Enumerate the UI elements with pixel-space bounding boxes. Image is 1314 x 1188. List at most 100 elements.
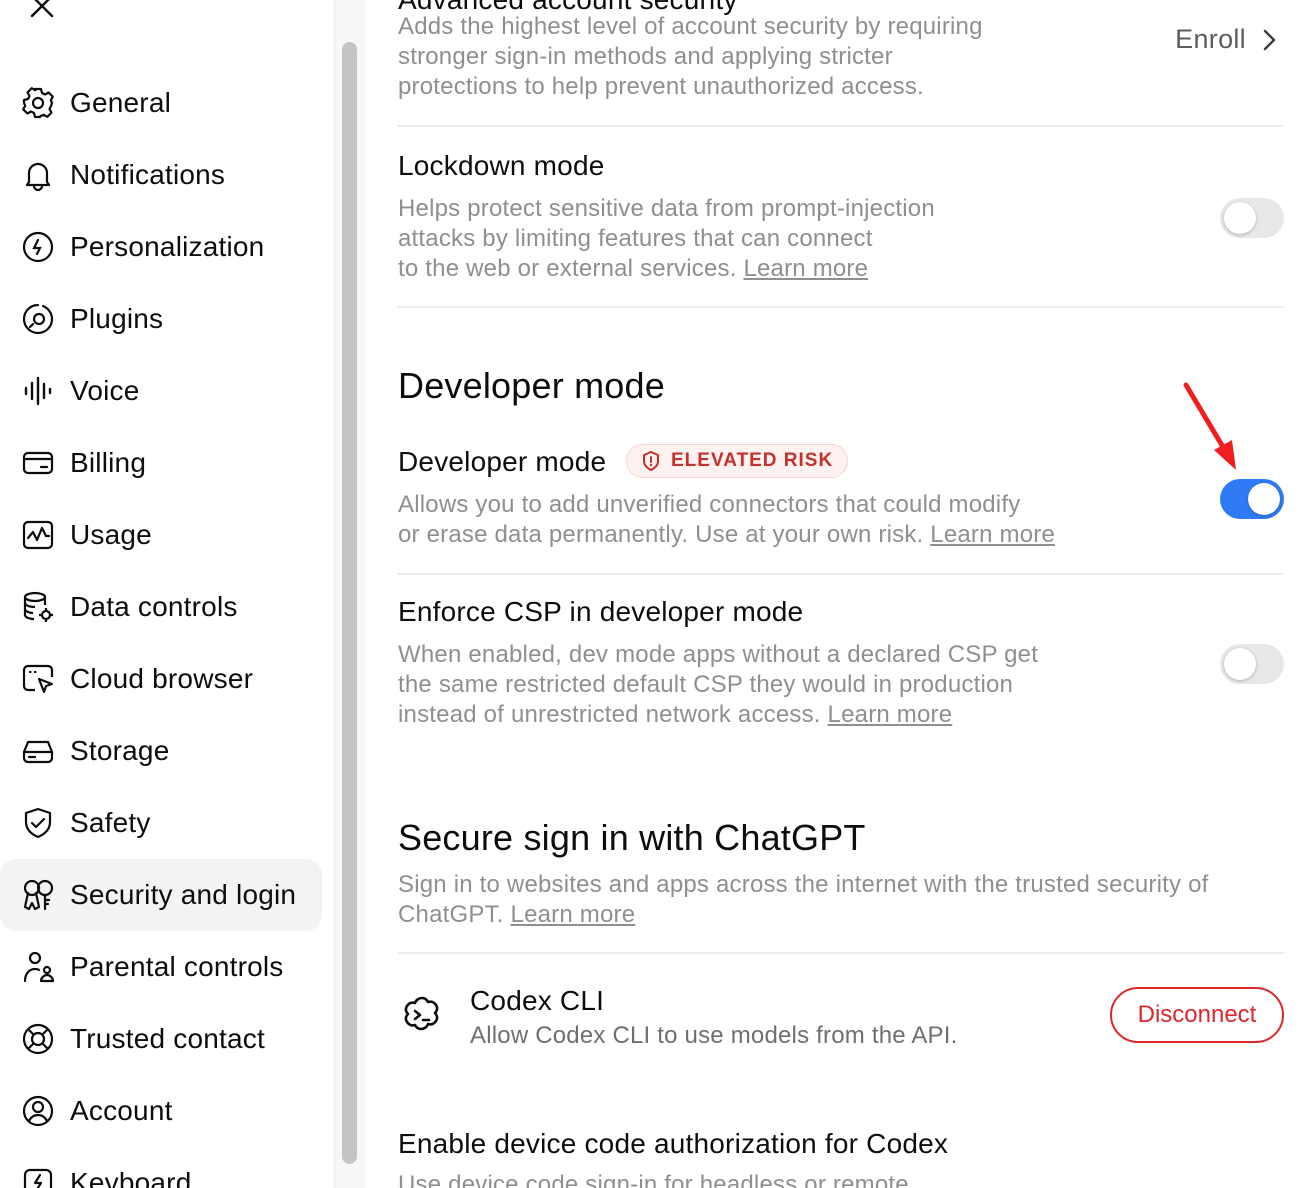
shield-alert-icon xyxy=(643,451,659,471)
lockdown-mode-toggle[interactable] xyxy=(1220,198,1284,238)
sidebar-item-storage[interactable]: Storage xyxy=(0,715,322,787)
learn-more-link[interactable]: Learn more xyxy=(930,521,1055,548)
description-line: the same restricted default CSP they wou… xyxy=(398,671,1014,698)
description-line: to the web or external services. xyxy=(398,255,737,282)
toggle-knob xyxy=(1224,202,1256,234)
enroll-label: Enroll xyxy=(1175,24,1246,54)
sidebar-item-label: General xyxy=(70,87,172,118)
sidebar-item-cloud-browser[interactable]: Cloud browser xyxy=(0,643,322,715)
sidebar-item-label: Security and login xyxy=(70,879,297,910)
sidebar-scrollbar-thumb[interactable] xyxy=(342,42,357,1164)
gear-icon xyxy=(20,85,56,121)
sidebar-item-safety[interactable]: Safety xyxy=(0,787,322,859)
description-line: ChatGPT. xyxy=(398,901,504,928)
learn-more-link[interactable]: Learn more xyxy=(511,901,636,928)
sidebar-item-general[interactable]: General xyxy=(0,67,322,139)
sidebar-item-label: Voice xyxy=(70,375,140,406)
description-line: stronger sign-in methods and applying st… xyxy=(398,43,893,70)
lockdown-mode-description: Helps protect sensitive data from prompt… xyxy=(398,194,1118,284)
developer-mode-title: Developer mode xyxy=(398,446,607,477)
learn-more-link[interactable]: Learn more xyxy=(743,255,868,282)
sidebar-item-notifications[interactable]: Notifications xyxy=(0,139,322,211)
sidebar-item-label: Account xyxy=(70,1095,173,1126)
sidebar-item-label: Data controls xyxy=(70,591,238,622)
description-line: Sign in to websites and apps across the … xyxy=(398,871,1209,898)
settings-content: Advanced account security Adds the highe… xyxy=(398,0,1284,1188)
sidebar-item-label: Plugins xyxy=(70,303,164,334)
description-line: Adds the highest level of account securi… xyxy=(398,13,983,40)
sidebar-item-label: Trusted contact xyxy=(70,1023,265,1054)
disconnect-button[interactable]: Disconnect xyxy=(1110,987,1284,1043)
description-line: or erase data permanently. Use at your o… xyxy=(398,521,924,548)
sidebar-item-label: Usage xyxy=(70,519,152,550)
sidebar-item-voice[interactable]: Voice xyxy=(0,355,322,427)
plugins-icon xyxy=(20,301,56,337)
secure-signin-description: Sign in to websites and apps across the … xyxy=(398,870,1284,930)
codex-cli-icon xyxy=(404,996,439,1031)
description-line: Helps protect sensitive data from prompt… xyxy=(398,195,935,222)
sidebar-item-label: Safety xyxy=(70,807,151,838)
sidebar-item-security-and-login[interactable]: Security and login xyxy=(0,859,322,931)
device-code-description: Use device code sign-in for headless or … xyxy=(398,1171,909,1188)
badge-label: ELEVATED RISK xyxy=(671,450,834,471)
settings-sidebar: General Notifications Personalization Pl… xyxy=(0,0,334,1188)
description-line: instead of unrestricted network access. xyxy=(398,701,821,728)
codex-cli-title: Codex CLI xyxy=(470,985,605,1016)
enroll-button[interactable]: Enroll xyxy=(1175,24,1276,55)
storage-drive-icon xyxy=(20,733,56,769)
sidebar-item-personalization[interactable]: Personalization xyxy=(0,211,322,283)
sidebar-item-usage[interactable]: Usage xyxy=(0,499,322,571)
developer-mode-section-heading: Developer mode xyxy=(398,365,665,406)
description-line: protections to help prevent unauthorized… xyxy=(398,73,924,100)
usage-chart-icon xyxy=(20,517,56,553)
sidebar-item-billing[interactable]: Billing xyxy=(0,427,322,499)
learn-more-link[interactable]: Learn more xyxy=(828,701,953,728)
elevated-risk-badge: ELEVATED RISK xyxy=(626,444,849,478)
sidebar-item-keyboard[interactable]: Keyboard xyxy=(0,1147,322,1188)
keyboard-icon xyxy=(20,1165,56,1188)
bell-icon xyxy=(20,157,56,193)
toggle-knob xyxy=(1224,648,1256,680)
sidebar-item-parental-controls[interactable]: Parental controls xyxy=(0,931,322,1003)
sidebar-item-account[interactable]: Account xyxy=(0,1075,322,1147)
lockdown-mode-title: Lockdown mode xyxy=(398,150,605,181)
sidebar-item-label: Personalization xyxy=(70,231,265,262)
chevron-right-icon xyxy=(1263,29,1276,50)
shield-check-icon xyxy=(20,805,56,841)
toggle-knob xyxy=(1248,483,1280,515)
sidebar-item-label: Storage xyxy=(70,735,170,766)
enforce-csp-toggle[interactable] xyxy=(1220,644,1284,684)
sidebar-item-label: Parental controls xyxy=(70,951,284,982)
database-gear-icon xyxy=(20,589,56,625)
close-icon xyxy=(30,0,54,18)
annotation-arrow-icon xyxy=(1183,382,1236,470)
developer-mode-toggle[interactable] xyxy=(1220,479,1284,519)
sidebar-item-label: Notifications xyxy=(70,159,226,190)
personalization-icon xyxy=(20,229,56,265)
description-line: When enabled, dev mode apps without a de… xyxy=(398,641,1039,668)
security-key-icon xyxy=(20,877,56,913)
cloud-browser-icon xyxy=(20,661,56,697)
divider xyxy=(398,306,1284,308)
sidebar-item-plugins[interactable]: Plugins xyxy=(0,283,322,355)
description-line: Allows you to add unverified connectors … xyxy=(398,491,1021,518)
voice-waveform-icon xyxy=(20,373,56,409)
sidebar-item-trusted-contact[interactable]: Trusted contact xyxy=(0,1003,322,1075)
divider xyxy=(398,125,1284,127)
credit-card-icon xyxy=(20,445,56,481)
sidebar-item-label: Keyboard xyxy=(70,1167,192,1188)
advanced-security-description: Adds the highest level of account securi… xyxy=(398,12,1098,102)
divider xyxy=(398,952,1284,954)
account-circle-icon xyxy=(20,1093,56,1129)
developer-mode-description: Allows you to add unverified connectors … xyxy=(398,490,1158,550)
enforce-csp-title: Enforce CSP in developer mode xyxy=(398,596,804,627)
codex-cli-description: Allow Codex CLI to use models from the A… xyxy=(470,1022,958,1049)
lifebuoy-icon xyxy=(20,1021,56,1057)
description-line: attacks by limiting features that can co… xyxy=(398,225,873,252)
sidebar-item-label: Cloud browser xyxy=(70,663,254,694)
device-code-title: Enable device code authorization for Cod… xyxy=(398,1128,949,1159)
sidebar-item-data-controls[interactable]: Data controls xyxy=(0,571,322,643)
divider xyxy=(398,573,1284,575)
secure-signin-section-heading: Secure sign in with ChatGPT xyxy=(398,817,866,858)
close-button[interactable] xyxy=(26,0,58,22)
